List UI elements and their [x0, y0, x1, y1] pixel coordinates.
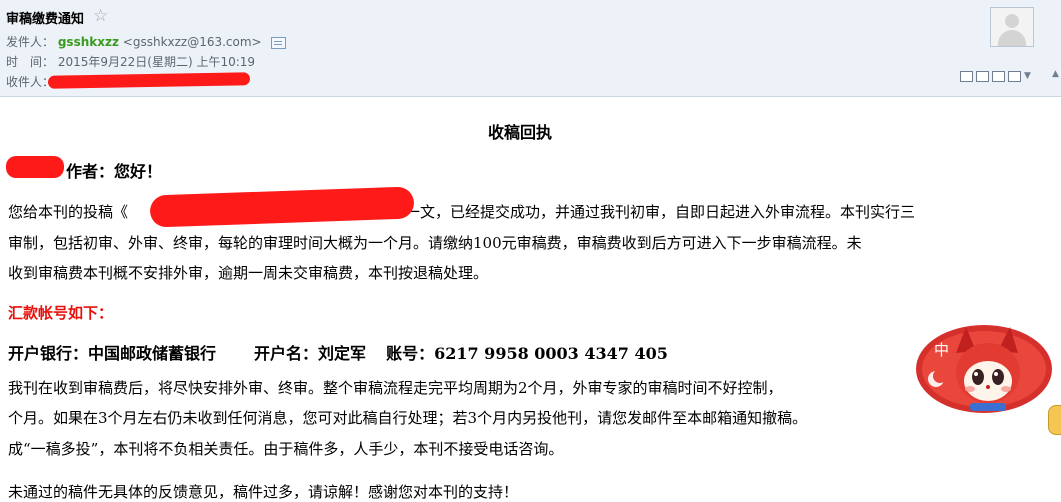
- body-line-1: 您给本刊的投稿《 》一文，已经提交成功，并通过我刊初审，自即日起进入外审流程。本刊…: [8, 201, 915, 222]
- input-method-mascot-icon[interactable]: 中: [914, 323, 1054, 419]
- account-heading: 汇款帐号如下：: [8, 304, 114, 322]
- print-icon[interactable]: [1008, 71, 1021, 82]
- para2-line-3: 成“一稿多投”，本刊将不负相关责任。由于稿件多，人手少，本刊不接受电话咨询。: [8, 440, 564, 458]
- time-value: 2015年9月22日(星期二) 上午10:19: [57, 55, 256, 69]
- line1-suffix: 》一文，已经提交成功，并通过我刊初审，自即日起进入外审流程。本刊实行三: [390, 203, 916, 221]
- account-value: 6217 9958 0003 4347 405: [434, 344, 668, 363]
- side-tab-icon[interactable]: [1048, 405, 1061, 435]
- holder-label: 开户名：: [254, 344, 319, 363]
- bank-info-line: 开户银行：中国邮政储蓄银行 开户名：刘定军 账号：6217 9958 0003 43…: [8, 340, 668, 364]
- para2-line-2: 个月。如果在3个月左右仍未收到任何消息，您可对此稿自行处理；若3个月内另投他刊，…: [8, 409, 808, 427]
- bank-value: 中国邮政储蓄银行: [88, 344, 217, 363]
- print-preview-icon[interactable]: [976, 71, 989, 82]
- body-line-2: 审制，包括初审、外审、终审，每轮的审理时间大概为一个月。请缴纳100元审稿费，审…: [8, 234, 862, 252]
- chevron-down-icon[interactable]: ▼: [1024, 71, 1031, 82]
- bank-label: 开户银行：: [8, 344, 89, 363]
- para2-line-1: 我刊在收到审稿费后，将尽快安排外审、终审。整个审稿流程走完平均周期为2个月，外审…: [8, 379, 783, 397]
- mail-toolbar: ▼: [960, 71, 1031, 82]
- account-label: 账号：: [386, 344, 435, 363]
- input-mode-label: 中: [934, 341, 949, 359]
- closing-line: 未通过的稿件无具体的反馈意见，稿件过多，请谅解！感谢您对本刊的支持！: [8, 483, 519, 501]
- holder-value: 刘定军: [318, 344, 367, 363]
- star-icon[interactable]: ☆: [93, 6, 108, 26]
- sender-name[interactable]: gsshkxzz: [58, 35, 119, 49]
- line1-prefix: 您给本刊的投稿《: [8, 203, 129, 221]
- sender-email[interactable]: <gsshkxzz@163.com>: [123, 35, 262, 49]
- recipient-label: 收件人：: [6, 75, 55, 89]
- scroll-up-icon[interactable]: ▲: [1052, 70, 1061, 79]
- new-window-icon[interactable]: [960, 71, 973, 82]
- export-icon[interactable]: [992, 71, 1005, 82]
- redacted-recipient: [47, 72, 251, 89]
- email-subject: 审稿缴费通知: [6, 12, 85, 27]
- email-header: 审稿缴费通知 ☆ 发件人： gsshkxzz <gsshkxzz@163.com…: [0, 0, 1061, 97]
- recipient-line: 收件人：: [6, 73, 54, 90]
- sender-label: 发件人：: [6, 35, 55, 49]
- sender-avatar[interactable]: [990, 7, 1034, 47]
- greeting: 作者：您好！: [66, 162, 163, 181]
- sender-line: 发件人： gsshkxzz <gsshkxzz@163.com>: [6, 33, 287, 50]
- redacted-author: [6, 156, 64, 178]
- email-body: 收稿回执 作者：您好！ 您给本刊的投稿《 》一文，已经提交成功，并通过我刊初审，自…: [0, 97, 1061, 502]
- time-line: 时 间： 2015年9月22日(星期二) 上午10:19: [6, 53, 255, 70]
- receipt-title: 收稿回执: [487, 123, 552, 142]
- body-line-3: 收到审稿费本刊概不安排外审，逾期一周未交审稿费，本刊按退稿处理。: [8, 264, 489, 282]
- time-label: 时 间：: [6, 55, 55, 69]
- address-book-icon[interactable]: [271, 36, 287, 49]
